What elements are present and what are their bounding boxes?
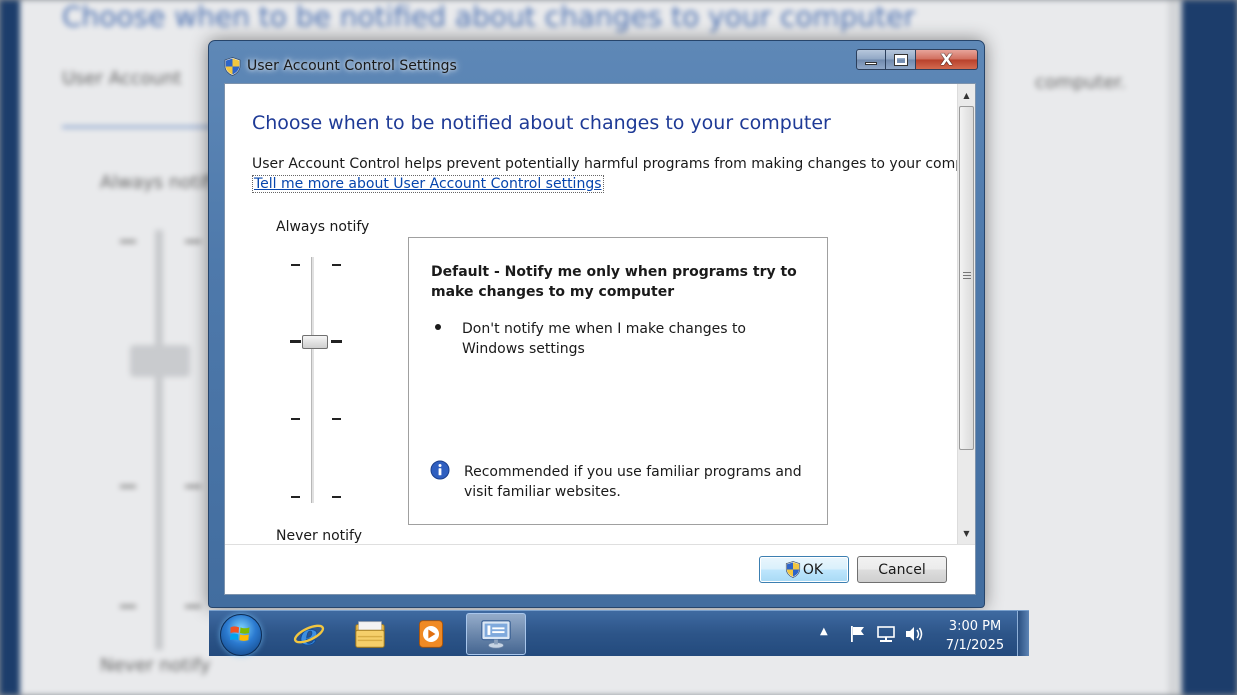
slider-tick-right: [332, 418, 341, 420]
background-tick: [120, 605, 136, 608]
background-heading: Choose when to be notified about changes…: [62, 0, 916, 33]
arrow-down-icon: ▼: [963, 528, 970, 538]
learn-more-link[interactable]: Tell me more about User Account Control …: [252, 175, 604, 193]
ok-button[interactable]: OK: [759, 556, 849, 583]
background-slider-thumb: [130, 345, 190, 377]
level-bullet-text: Don't notify me when I make changes to W…: [462, 321, 746, 357]
slider-tick-left: [291, 418, 300, 420]
title-bar[interactable]: User Account Control Settings X: [209, 41, 984, 85]
taskbar-media-player[interactable]: [404, 613, 458, 655]
slider-thumb[interactable]: [302, 335, 328, 349]
info-icon: [430, 460, 450, 480]
cancel-button[interactable]: Cancel: [857, 556, 947, 583]
system-clock[interactable]: 3:00 PM 7/1/2025: [937, 617, 1013, 655]
taskbar-internet-explorer[interactable]: e: [282, 613, 336, 655]
volume-icon[interactable]: [904, 624, 924, 644]
background-link: [62, 100, 212, 128]
show-desktop-button[interactable]: [1017, 611, 1029, 656]
windows-logo-icon: [230, 626, 250, 641]
media-player-icon: [419, 620, 443, 648]
scrollbar-thumb[interactable]: [959, 106, 974, 450]
background-text: User Account: [62, 68, 182, 89]
level-description-box: Default - Notify me only when programs t…: [408, 237, 828, 525]
slider-track[interactable]: [311, 257, 315, 503]
scroll-up-button[interactable]: ▲: [958, 86, 975, 104]
bullet-icon: [435, 324, 441, 330]
monitor-settings-icon: [481, 620, 511, 649]
dialog-content: Choose when to be notified about changes…: [224, 83, 976, 595]
vertical-scrollbar[interactable]: ▲ ▼: [957, 84, 975, 544]
clock-time: 3:00 PM: [948, 619, 1002, 634]
taskbar-file-explorer[interactable]: [343, 613, 397, 655]
never-notify-label: Never notify: [276, 528, 362, 544]
slider-tick-left: [291, 264, 300, 266]
footer-separator: [225, 544, 975, 545]
always-notify-label: Always notify: [276, 219, 370, 235]
recommendation-text: Recommended if you use familiar programs…: [464, 464, 802, 500]
background-tick: [120, 485, 136, 488]
window-controls: X: [856, 49, 978, 70]
clock-date: 7/1/2025: [945, 638, 1005, 653]
close-icon: X: [940, 50, 953, 69]
background-tick: [185, 240, 201, 243]
level-title: Default - Notify me only when programs t…: [431, 264, 797, 300]
slider-tick-left: [291, 496, 300, 498]
background-tick: [185, 485, 201, 488]
window-title: User Account Control Settings: [247, 58, 457, 74]
arrow-up-icon: ▲: [963, 90, 970, 100]
show-hidden-icons-button[interactable]: ▲: [820, 626, 828, 637]
background-tick: [120, 240, 136, 243]
start-button[interactable]: [220, 614, 262, 656]
taskbar: e ▲ 3:00 PM 7/1/2025: [209, 610, 1029, 656]
slider-tick-left: [290, 340, 301, 343]
network-icon[interactable]: [876, 624, 896, 644]
internet-explorer-icon: e: [293, 617, 325, 651]
action-center-flag-icon[interactable]: [848, 624, 868, 644]
background-left-edge: [0, 0, 20, 695]
minimize-button[interactable]: [856, 49, 886, 70]
background-right-text: computer.: [1035, 72, 1126, 93]
description-text: User Account Control helps prevent poten…: [252, 156, 976, 172]
maximize-icon: [893, 53, 908, 66]
svg-text:e: e: [300, 617, 318, 651]
background-slider-track: [155, 230, 163, 650]
scrollbar-grip-icon: [963, 272, 971, 281]
uac-shield-icon: [224, 57, 241, 76]
uac-shield-icon: [785, 561, 800, 578]
background-always-label: Always notify: [100, 172, 220, 193]
minimize-icon: [865, 62, 877, 65]
taskbar-uac-settings[interactable]: [466, 613, 526, 655]
slider-tick-right: [332, 264, 341, 266]
page-heading: Choose when to be notified about changes…: [252, 112, 831, 134]
slider-tick-right: [332, 496, 341, 498]
ok-button-label: OK: [802, 561, 824, 578]
uac-settings-window: User Account Control Settings X Choose w…: [208, 40, 985, 608]
background-right-edge: [1182, 0, 1237, 695]
close-button[interactable]: X: [916, 49, 978, 70]
background-never-label: Never notify: [100, 655, 211, 676]
folder-icon: [355, 621, 385, 648]
background-tick: [185, 605, 201, 608]
slider-tick-right: [331, 340, 342, 343]
scroll-down-button[interactable]: ▼: [958, 524, 975, 542]
maximize-button[interactable]: [886, 49, 916, 70]
